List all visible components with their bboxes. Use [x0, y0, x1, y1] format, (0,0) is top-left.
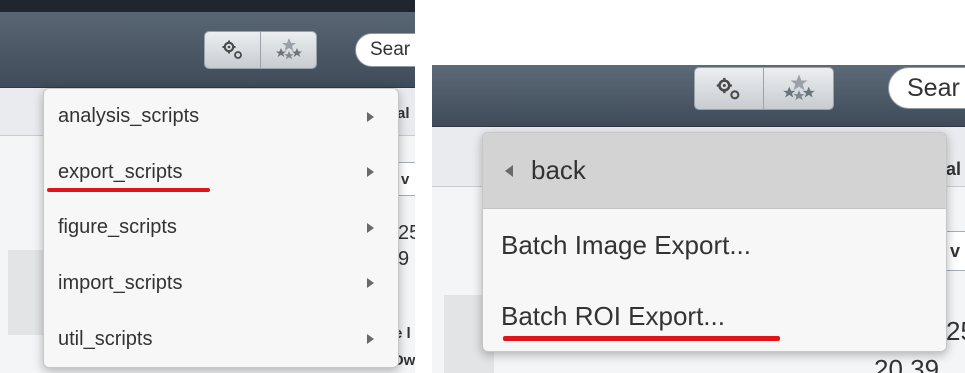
highlight-underline — [503, 336, 780, 341]
back-arrow-icon — [505, 164, 513, 177]
right-screenshot-panel: Sear al v 25 20.39 back Batch Image Expo… — [432, 65, 965, 373]
menu-back-label: back — [531, 155, 586, 185]
tag-stars-icon — [782, 73, 815, 100]
search-input[interactable]: Sear — [888, 67, 965, 109]
submenu-arrow-icon — [367, 223, 374, 233]
tags-button[interactable] — [763, 68, 833, 109]
tag-stars-icon — [275, 38, 302, 60]
menu-item-import-scripts[interactable]: import_scripts — [44, 255, 398, 311]
menu-item-analysis-scripts[interactable]: analysis_scripts — [44, 89, 398, 144]
background-number-fragment-2: 20.39 — [874, 354, 940, 373]
scripts-gear-icon — [222, 40, 242, 59]
search-value: Sear — [370, 39, 411, 60]
menu-item-label: Batch ROI Export... — [501, 300, 725, 331]
left-screenshot-panel: Sear al v 25 9 e l Owner: analysis_scrip… — [0, 0, 415, 373]
menu-item-figure-scripts[interactable]: figure_scripts — [44, 200, 398, 255]
tags-button[interactable] — [260, 32, 316, 68]
menu-item-label: util_scripts — [58, 327, 153, 350]
background-button-label: v — [401, 170, 410, 188]
menu-back-item[interactable]: back — [483, 133, 946, 209]
top-dark-strip — [0, 0, 415, 12]
menu-item-label: Batch Image Export... — [501, 229, 752, 260]
submenu-arrow-icon — [367, 112, 374, 122]
background-number-fragment-2: 9 — [398, 248, 410, 270]
highlight-underline — [47, 188, 210, 192]
submenu-arrow-icon — [367, 278, 374, 288]
menu-item-label: import_scripts — [58, 271, 183, 294]
toolbar-button-group — [694, 67, 834, 110]
submenu-arrow-icon — [367, 334, 374, 344]
background-header-fragment: al — [946, 159, 962, 179]
background-number-fragment-1: 25 — [398, 222, 415, 244]
submenu-arrow-icon — [367, 167, 374, 177]
export-scripts-submenu: back Batch Image Export... Batch ROI Exp… — [482, 132, 947, 352]
scripts-button[interactable] — [205, 32, 260, 68]
scripts-dropdown-menu: analysis_scripts export_scripts figure_s… — [43, 88, 399, 368]
image-thumbnail — [8, 250, 48, 335]
menu-item-label: analysis_scripts — [58, 105, 200, 127]
search-value: Sear — [907, 73, 960, 102]
menu-item-batch-image-export[interactable]: Batch Image Export... — [483, 209, 946, 281]
menu-item-export-scripts[interactable]: export_scripts — [44, 144, 398, 200]
menu-item-label: export_scripts — [58, 160, 183, 183]
background-button-fragment[interactable]: v — [944, 231, 965, 271]
menu-item-batch-roi-export[interactable]: Batch ROI Export... — [483, 281, 946, 351]
menu-item-label: figure_scripts — [58, 216, 177, 238]
menu-item-util-scripts[interactable]: util_scripts — [44, 311, 398, 367]
scripts-gear-icon — [716, 77, 740, 99]
scripts-button[interactable] — [695, 68, 763, 109]
search-input[interactable]: Sear — [355, 33, 415, 67]
toolbar-button-group — [204, 31, 317, 69]
background-number-fragment-1: 25 — [946, 316, 965, 346]
background-button-label: v — [950, 240, 961, 261]
